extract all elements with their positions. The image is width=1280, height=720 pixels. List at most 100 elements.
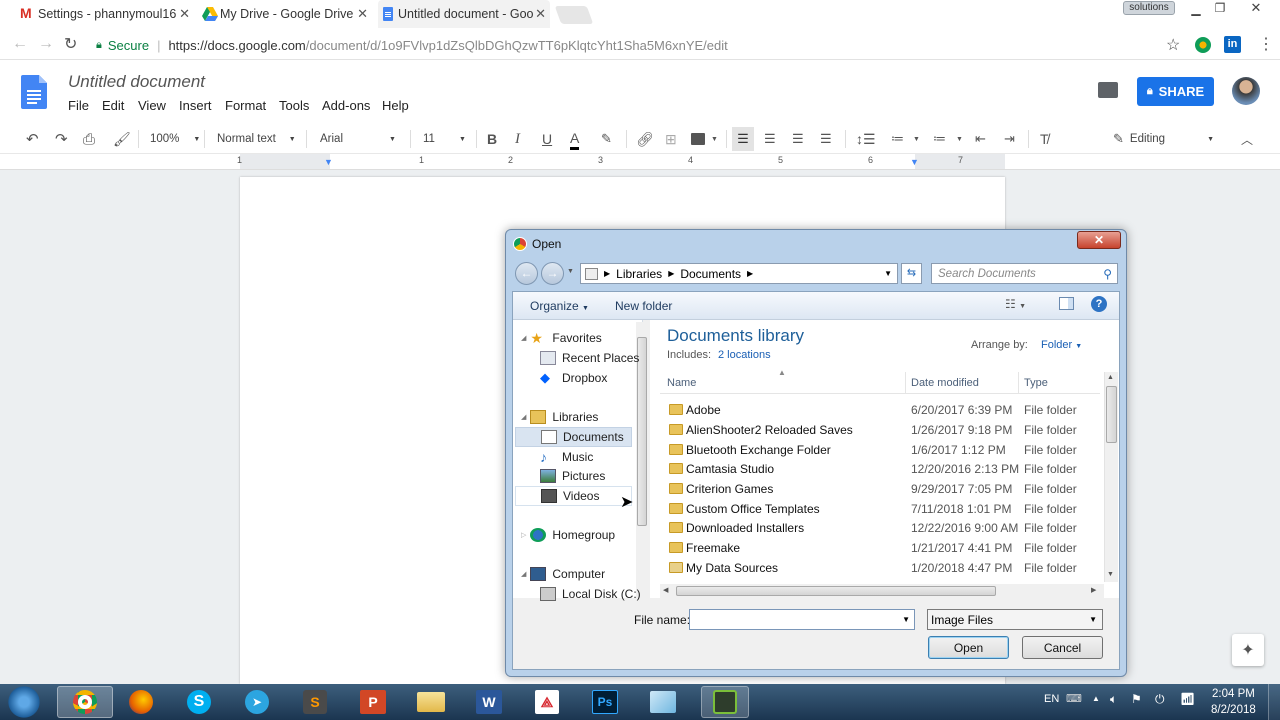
chevron-down-icon[interactable]: ▼ — [956, 124, 963, 154]
back-button[interactable]: ← — [515, 262, 538, 285]
highlight-icon[interactable]: ✎ — [601, 124, 612, 154]
taskbar-word-icon[interactable]: W — [469, 686, 509, 718]
nav-music[interactable]: ♪ Music — [540, 447, 593, 467]
font-size-select[interactable]: 11 ▼ — [423, 124, 469, 154]
share-button[interactable]: 🔒︎ SHARE — [1137, 77, 1214, 106]
nav-recent-places[interactable]: Recent Places — [540, 348, 639, 368]
undo-icon[interactable]: ↶ — [26, 124, 39, 154]
refresh-button[interactable]: ⇆ — [901, 263, 922, 284]
menu-insert[interactable]: Insert — [179, 98, 212, 113]
show-hidden-icons[interactable]: ▲ — [1092, 694, 1100, 703]
nav-libraries[interactable]: ◢ Libraries — [521, 407, 598, 427]
bulleted-list-icon[interactable]: ≔ — [933, 124, 946, 154]
nav-documents[interactable]: Documents — [515, 427, 632, 447]
close-window-button[interactable]: ✕ — [1244, 0, 1268, 15]
network-warning-icon[interactable]: ⚑ — [1131, 692, 1142, 706]
file-type-select[interactable]: Image Files ▼ — [927, 609, 1103, 630]
nav-dropbox[interactable]: ◆ Dropbox — [540, 368, 607, 388]
taskbar-camtasia-icon[interactable] — [701, 686, 749, 718]
file-row[interactable]: Freemake 1/21/2017 4:41 PM File folder — [660, 538, 1100, 558]
column-type[interactable]: Type — [1024, 377, 1048, 389]
taskbar-photoshop-icon[interactable]: Ps — [585, 686, 625, 718]
line-spacing-icon[interactable]: ↕☰ — [856, 124, 876, 154]
help-icon[interactable]: ? — [1091, 296, 1107, 312]
align-left-icon[interactable]: ☰ — [732, 127, 754, 151]
recent-locations-icon[interactable]: ▼ — [567, 268, 574, 275]
column-date[interactable]: Date modified — [911, 377, 979, 389]
close-icon[interactable]: ✕ — [357, 6, 368, 22]
reload-icon[interactable]: ↻ — [64, 34, 77, 54]
taskbar-app-icon[interactable] — [643, 686, 683, 718]
nav-favorites[interactable]: ◢ ★ Favorites — [521, 328, 602, 348]
tab-google-drive[interactable]: My Drive - Google Drive ✕ — [200, 0, 372, 28]
style-select[interactable]: Normal text ▼ — [217, 124, 297, 154]
taskbar-telegram-icon[interactable]: ➤ — [237, 686, 277, 718]
profile-badge[interactable]: solutions — [1123, 1, 1175, 15]
file-row[interactable]: Criterion Games 9/29/2017 7:05 PM File fol… — [660, 479, 1100, 499]
zoom-select[interactable]: 100% ▼ — [150, 124, 200, 154]
new-folder-button[interactable]: New folder — [615, 299, 672, 313]
show-desktop-button[interactable] — [1268, 684, 1280, 720]
font-select[interactable]: Arial ▼ — [320, 124, 400, 154]
preview-pane-icon[interactable] — [1059, 297, 1074, 310]
taskbar-sublime-icon[interactable]: S — [295, 686, 335, 718]
nav-pictures[interactable]: Pictures — [540, 466, 605, 486]
image-icon[interactable]: ▼ — [691, 124, 718, 154]
comment-icon[interactable]: ⊞ — [665, 124, 677, 154]
column-name[interactable]: Name — [667, 377, 696, 389]
wifi-icon[interactable]: 📶︎ — [1180, 692, 1195, 706]
right-indent-marker[interactable]: ▼ — [910, 157, 919, 167]
omnibox[interactable]: 🔒︎ Secure | https://docs.google.com /doc… — [90, 33, 1190, 57]
scroll-down-icon[interactable]: ▼ — [1107, 571, 1114, 578]
file-row[interactable]: Custom Office Templates 7/11/2018 1:01 PM… — [660, 499, 1100, 519]
file-name-field[interactable]: ▼ — [689, 609, 915, 630]
decrease-indent-icon[interactable]: ⇤ — [975, 124, 986, 154]
file-row[interactable]: Bluetooth Exchange Folder 1/6/2017 1:12 P… — [660, 440, 1100, 460]
minimize-button[interactable]: ▁ — [1186, 2, 1206, 16]
file-row[interactable]: Adobe 6/20/2017 6:39 PM File folder — [660, 400, 1100, 420]
scroll-up-icon[interactable]: ▲ — [1107, 374, 1114, 381]
numbered-list-icon[interactable]: ≔ — [891, 124, 904, 154]
link-icon[interactable]: 🔗︎ — [636, 124, 654, 154]
align-center-icon[interactable]: ☰ — [764, 124, 776, 154]
menu-file[interactable]: File — [68, 98, 89, 113]
forward-icon[interactable]: → — [38, 35, 54, 53]
menu-edit[interactable]: Edit — [102, 98, 124, 113]
document-title[interactable]: Untitled document — [68, 72, 205, 92]
scroll-right-icon[interactable]: ▶ — [1091, 586, 1096, 594]
file-row[interactable]: AlienShooter2 Reloaded Saves 1/26/2017 9:… — [660, 420, 1100, 440]
clock-date[interactable]: 8/2/2018 — [1211, 704, 1256, 716]
nav-homegroup[interactable]: ▷ Homegroup — [521, 525, 615, 545]
redo-icon[interactable]: ↷ — [55, 124, 68, 154]
linkedin-icon[interactable]: in — [1224, 36, 1241, 53]
start-button[interactable] — [4, 686, 44, 718]
file-row[interactable]: Downloaded Installers 12/22/2016 9:00 AM F… — [660, 518, 1100, 538]
clock-time[interactable]: 2:04 PM — [1212, 688, 1255, 700]
taskbar-powerpoint-icon[interactable]: P — [353, 686, 393, 718]
open-button[interactable]: Open — [928, 636, 1009, 659]
back-icon[interactable]: ← — [12, 35, 28, 53]
breadcrumb[interactable]: ▶ Libraries ▶ Documents ▶ ▼ — [580, 263, 898, 284]
forward-button[interactable]: → — [541, 262, 564, 285]
scroll-left-icon[interactable]: ◀ — [663, 586, 668, 594]
chrome-menu-icon[interactable]: ⋮ — [1258, 34, 1274, 54]
view-options-icon[interactable]: ☷ ▼ — [1005, 297, 1026, 311]
chevron-down-icon[interactable]: ▼ — [913, 124, 920, 154]
power-icon[interactable]: ⏻ — [1155, 692, 1165, 707]
menu-addons[interactable]: Add-ons — [322, 98, 370, 113]
tab-gmail-settings[interactable]: M Settings - phannymoul16 ✕ — [18, 0, 194, 28]
arrange-select[interactable]: Folder ▼ — [1041, 339, 1082, 351]
content-scrollbar-thumb[interactable] — [1106, 386, 1117, 443]
horizontal-scrollbar-thumb[interactable] — [676, 586, 996, 596]
menu-help[interactable]: Help — [382, 98, 409, 113]
editing-mode-select[interactable]: ✎ Editing ▼ — [1113, 124, 1223, 154]
menu-format[interactable]: Format — [225, 98, 266, 113]
collapse-menu-icon[interactable]: ︿ — [1241, 124, 1253, 154]
nav-local-disk[interactable]: Local Disk (C:) — [540, 584, 641, 604]
nav-videos[interactable]: Videos — [515, 486, 632, 506]
dialog-close-button[interactable]: ✕ — [1077, 231, 1121, 249]
increase-indent-icon[interactable]: ⇥ — [1004, 124, 1015, 154]
organize-button[interactable]: Organize ▼ — [530, 299, 589, 313]
align-justify-icon[interactable]: ☰ — [820, 124, 832, 154]
restore-button[interactable]: ❐ — [1210, 1, 1230, 15]
